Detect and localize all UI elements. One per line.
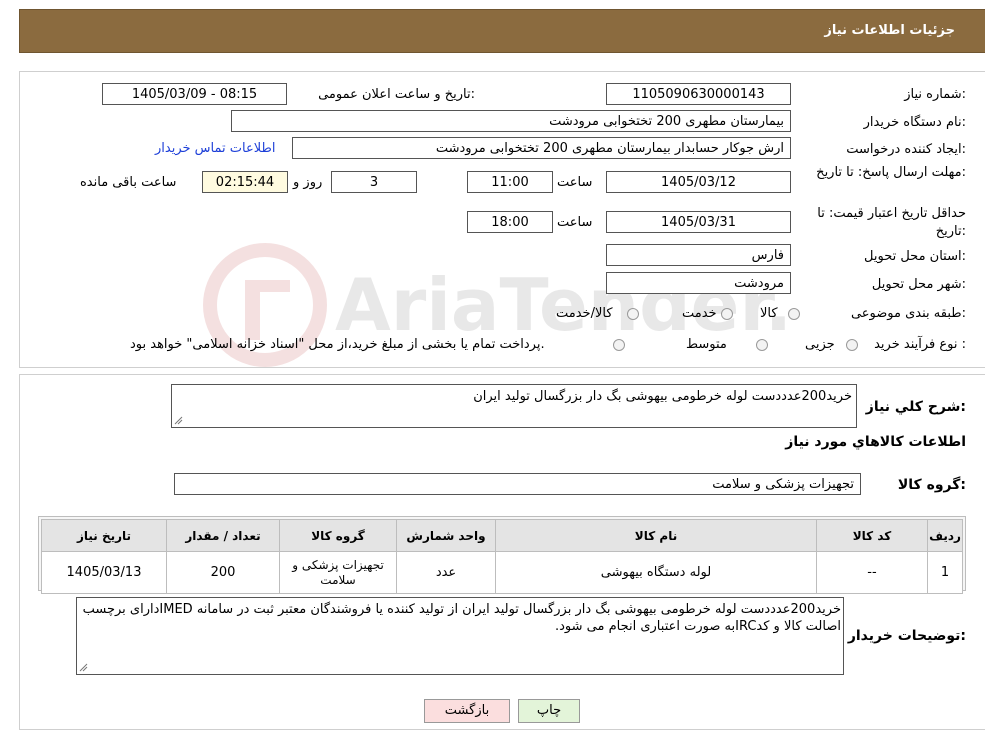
col-unit: واحد شمارش <box>396 519 496 552</box>
buyer-notes-label: توضیحات خریدار: <box>847 628 966 644</box>
print-button[interactable]: چاپ <box>518 699 580 723</box>
reply-time-label: ساعت <box>557 175 593 190</box>
need-number-field: 1105090630000143 <box>606 83 791 105</box>
category-radio-goods[interactable] <box>788 308 800 320</box>
cell-item-group: تجهیزات پزشکی و سلامت <box>279 551 397 594</box>
description-textarea[interactable]: خرید200عدددست لوله خرطومی بیهوشی بگ دار … <box>171 384 857 428</box>
cell-item-code: -- <box>816 551 928 594</box>
reply-deadline-label: مهلت ارسال پاسخ: تا تاریخ: <box>816 165 966 180</box>
category-label: طبقه بندی موضوعی: <box>850 306 966 321</box>
col-quantity: تعداد / مقدار <box>166 519 280 552</box>
items-table-wrap: ردیف کد کالا نام کالا واحد شمارش گروه کا… <box>38 516 966 594</box>
items-heading: اطلاعات کالاهاي مورد نیاز <box>785 434 966 450</box>
buyer-org-field: بیمارستان مطهری 200 تختخوابی مرودشت <box>231 110 791 132</box>
cell-quantity: 200 <box>166 551 280 594</box>
buyer-notes-textarea[interactable]: خرید200عدددست لوله خرطومی بیهوشی بگ دار … <box>76 597 844 675</box>
announce-field: 1405/03/09 - 08:15 <box>102 83 287 105</box>
category-radio-service[interactable] <box>721 308 733 320</box>
cell-row-number: 1 <box>927 551 963 594</box>
category-radio-goods-service[interactable] <box>627 308 639 320</box>
process-note: پرداخت تمام یا بخشی از مبلغ خرید،از محل … <box>130 337 545 352</box>
back-button[interactable]: بازگشت <box>424 699 510 723</box>
need-number-label: شماره نیاز: <box>904 87 966 102</box>
page-header: جزئیات اطلاعات نیاز <box>19 9 985 53</box>
process-radio-treasury[interactable] <box>613 339 625 351</box>
days-field: 3 <box>331 171 417 193</box>
process-radio-medium[interactable] <box>756 339 768 351</box>
creator-label: ایجاد کننده درخواست: <box>846 142 966 157</box>
validity-date-field: 1405/03/31 <box>606 211 791 233</box>
remaining-time-label: ساعت باقی مانده <box>80 175 177 190</box>
col-item-code: کد کالا <box>816 519 928 552</box>
remaining-time-field: 02:15:44 <box>202 171 288 193</box>
col-need-date: تاریخ نیاز <box>41 519 167 552</box>
page-title: جزئیات اطلاعات نیاز <box>824 23 955 38</box>
cell-unit: عدد <box>396 551 496 594</box>
validity-time-label: ساعت <box>557 215 593 230</box>
process-radio-minor[interactable] <box>846 339 858 351</box>
table-row: 1 -- لوله دستگاه بیهوشی عدد تجهیزات پزشک… <box>41 551 963 594</box>
category-option-service: خدمت <box>682 306 717 321</box>
validity-label: حداقل تاریخ اعتبار قیمت: تا تاریخ: <box>817 206 966 239</box>
resize-grip-icon[interactable] <box>174 416 183 425</box>
announce-label: تاریخ و ساعت اعلان عمومی: <box>318 87 475 102</box>
group-field: تجهیزات پزشکی و سلامت <box>174 473 861 495</box>
col-item-group: گروه کالا <box>279 519 397 552</box>
contact-buyer-link[interactable]: اطلاعات تماس خریدار <box>155 141 275 156</box>
cell-item-name: لوله دستگاه بیهوشی <box>495 551 817 594</box>
buyer-org-label: نام دستگاه خریدار: <box>863 115 966 130</box>
days-label: روز و <box>293 175 323 190</box>
col-item-name: نام کالا <box>495 519 817 552</box>
city-label: شهر محل تحویل: <box>871 277 966 292</box>
reply-time-field: 11:00 <box>467 171 553 193</box>
category-option-goods: کالا <box>760 306 778 321</box>
validity-time-field: 18:00 <box>467 211 553 233</box>
city-field: مرودشت <box>606 272 791 294</box>
reply-date-field: 1405/03/12 <box>606 171 791 193</box>
buyer-notes-text: خرید200عدددست لوله خرطومی بیهوشی بگ دار … <box>82 602 841 634</box>
creator-field: ارش جوکار حسابدار بیمارستان مطهری 200 تخ… <box>292 137 791 159</box>
cell-need-date: 1405/03/13 <box>41 551 167 594</box>
group-label: گروه کالا: <box>897 477 966 493</box>
resize-grip-icon[interactable] <box>79 663 88 672</box>
process-option-medium: متوسط <box>686 337 727 352</box>
process-label: نوع فرآیند خرید : <box>874 337 966 352</box>
col-row-number: ردیف <box>927 519 963 552</box>
province-label: استان محل تحویل: <box>864 249 966 264</box>
category-option-goods-service: کالا/خدمت <box>556 306 613 321</box>
description-text: خرید200عدددست لوله خرطومی بیهوشی بگ دار … <box>473 389 852 404</box>
province-field: فارس <box>606 244 791 266</box>
items-table: ردیف کد کالا نام کالا واحد شمارش گروه کا… <box>41 519 963 594</box>
table-header-row: ردیف کد کالا نام کالا واحد شمارش گروه کا… <box>41 519 963 552</box>
description-label: شرح کلي نیاز: <box>865 399 966 415</box>
process-option-minor: جزیی <box>805 337 835 352</box>
